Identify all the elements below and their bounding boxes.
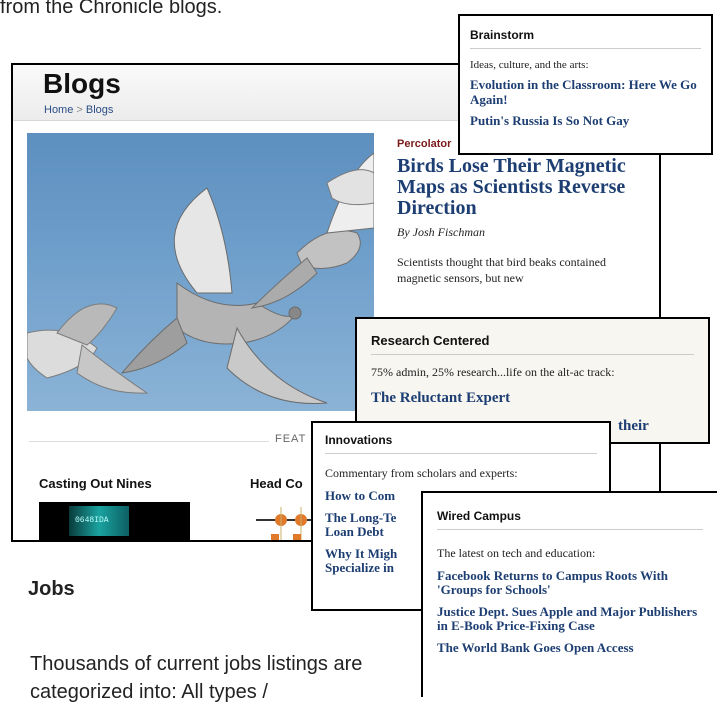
brainstorm-panel: Brainstorm Ideas, culture, and the arts:… <box>458 14 713 155</box>
research-rule <box>371 354 694 355</box>
brainstorm-rule <box>470 48 701 49</box>
thumbnail-text: 0648IDA <box>75 516 109 525</box>
wired-link-justice-dept[interactable]: Justice Dept. Sues Apple and Major Publi… <box>437 605 703 633</box>
brainstorm-link-putin[interactable]: Putin's Russia Is So Not Gay <box>470 113 701 128</box>
wired-title[interactable]: Wired Campus <box>437 509 703 523</box>
brainstorm-title[interactable]: Brainstorm <box>470 28 701 42</box>
pigeon-center <box>120 187 328 405</box>
pigeon-left <box>27 303 149 394</box>
research-intro: 75% admin, 25% research...life on the al… <box>371 365 615 379</box>
intro-text: from the Chronicle blogs. <box>0 0 223 18</box>
feature-photo-pigeons[interactable] <box>27 133 374 411</box>
research-link-reluctant-expert[interactable]: The Reluctant Expert <box>371 390 694 407</box>
research-link-tail[interactable]: their <box>618 418 649 435</box>
breadcrumb-current: Blogs <box>85 104 114 116</box>
wired-campus-panel: Wired Campus The latest on tech and educ… <box>421 491 717 697</box>
feature-headline-link[interactable]: Birds Lose Their Magnetic Maps as Scient… <box>397 156 647 219</box>
wired-link-world-bank[interactable]: The World Bank Goes Open Access <box>437 641 703 655</box>
breadcrumb: Home > Blogs <box>44 104 113 116</box>
feature-article: Percolator Birds Lose Their Magnetic Map… <box>397 138 647 286</box>
wired-link-facebook[interactable]: Facebook Returns to Campus Roots With 'G… <box>437 569 703 597</box>
pigeons-illustration <box>27 152 374 405</box>
research-title[interactable]: Research Centered <box>371 333 694 348</box>
innovations-title[interactable]: Innovations <box>325 433 597 447</box>
thumbnail-glow: 0648IDA <box>69 506 129 536</box>
innovations-intro: Commentary from scholars and experts: <box>325 466 518 480</box>
brainstorm-intro: Ideas, culture, and the arts: <box>470 59 589 71</box>
feature-byline: By Josh Fischman <box>397 225 485 239</box>
column-title-head-count[interactable]: Head Co <box>250 476 303 491</box>
breadcrumb-home-link[interactable]: Home <box>44 104 73 116</box>
feature-summary: Scientists thought that bird beaks conta… <box>397 255 606 285</box>
wired-intro: The latest on tech and education: <box>437 546 596 560</box>
jobs-heading: Jobs <box>28 578 75 600</box>
column-title-casting-out-nines[interactable]: Casting Out Nines <box>39 476 152 491</box>
brainstorm-link-evolution[interactable]: Evolution in the Classroom: Here We Go A… <box>470 77 701 107</box>
thumbnail-casting-out-nines[interactable]: 0648IDA <box>39 502 190 540</box>
featured-label: FEAT <box>269 433 313 445</box>
innovations-rule <box>325 453 597 454</box>
breadcrumb-separator: > <box>76 104 83 116</box>
wired-rule <box>437 529 703 530</box>
jobs-description: Thousands of current jobs listings are c… <box>30 653 363 703</box>
pigeon-far-right <box>326 169 374 206</box>
page-title: Blogs <box>43 68 121 99</box>
